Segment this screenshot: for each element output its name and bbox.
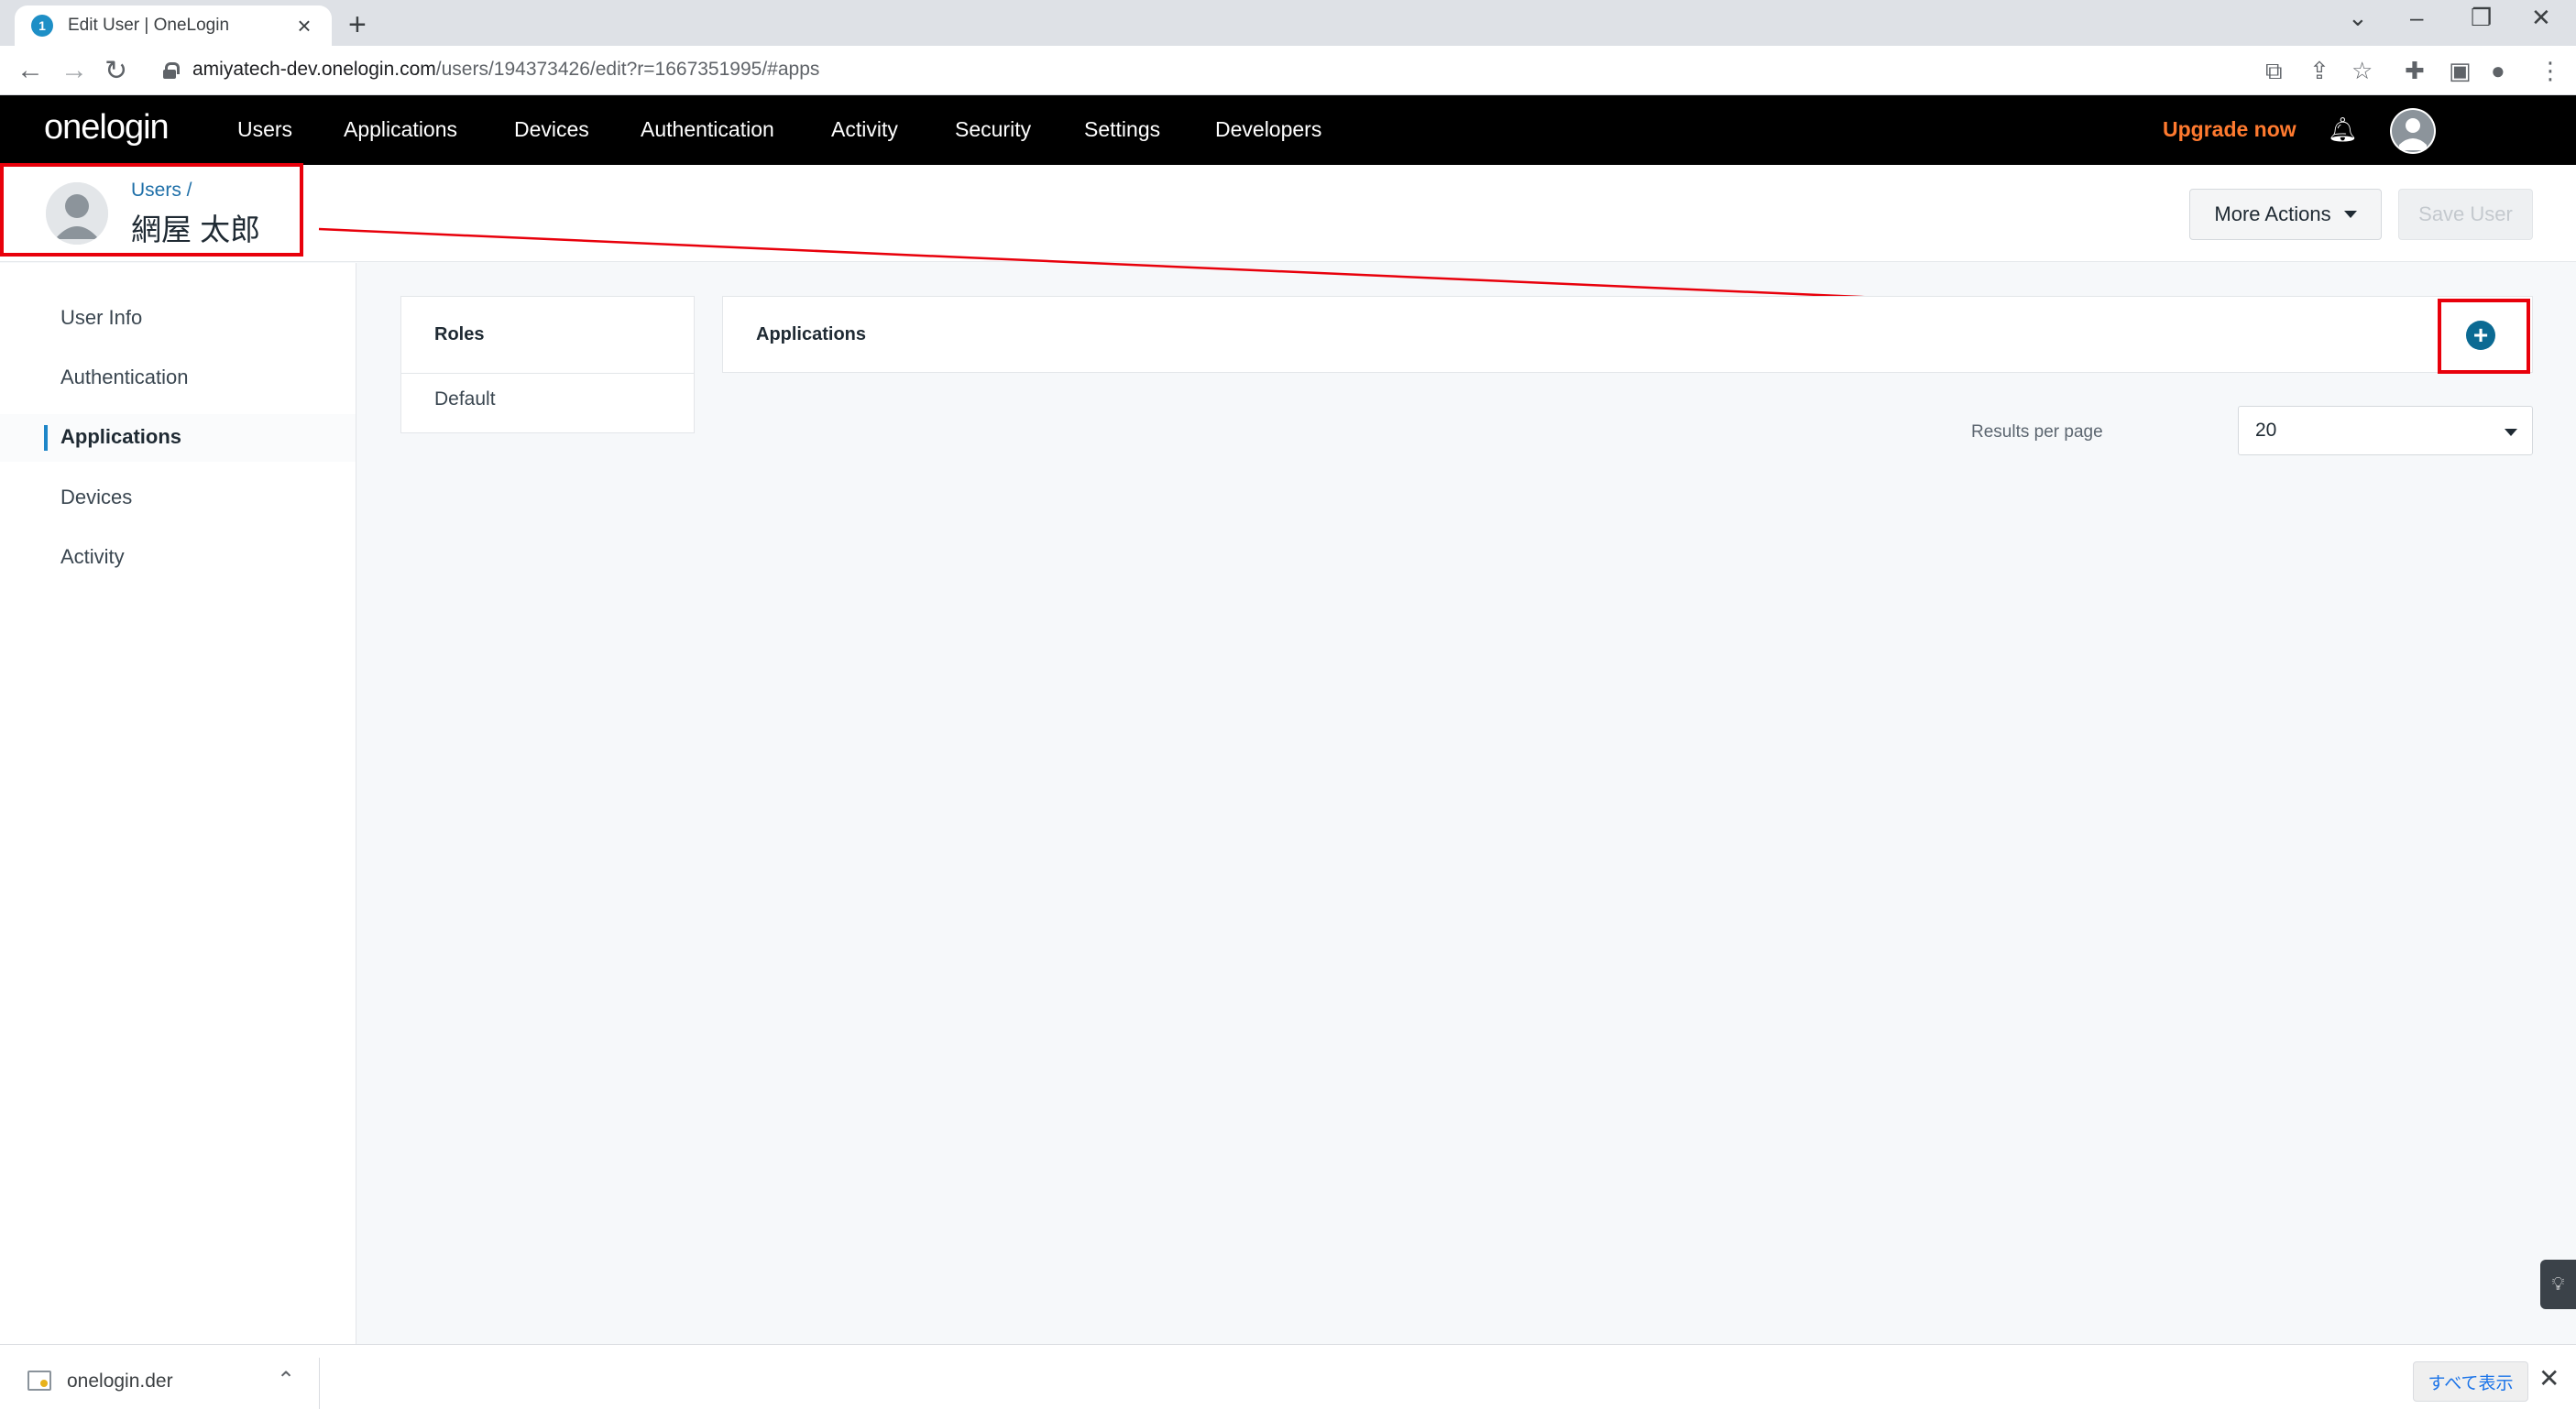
download-bar: onelogin.der ⌃ すべて表示 ✕ — [0, 1344, 2576, 1420]
show-all-downloads-button[interactable]: すべて表示 — [2413, 1361, 2528, 1402]
download-file-name[interactable]: onelogin.der — [67, 1371, 173, 1393]
highlight-box-add — [2438, 299, 2530, 374]
close-download-bar-icon[interactable]: ✕ — [2538, 1363, 2560, 1393]
results-per-page-select[interactable]: 20 — [2238, 406, 2533, 455]
sidebar-item-activity[interactable]: Activity — [60, 545, 125, 569]
applications-title: Applications — [756, 324, 867, 344]
sidebar-item-authentication[interactable]: Authentication — [60, 366, 188, 389]
download-divider — [319, 1358, 320, 1409]
roles-title: Roles — [401, 297, 694, 374]
chevron-up-icon[interactable]: ⌃ — [277, 1367, 295, 1393]
role-item-default[interactable]: Default — [401, 374, 694, 425]
lightbulb-icon[interactable]: 💡︎ — [2540, 1260, 2576, 1309]
sidebar-item-user-info[interactable]: User Info — [60, 306, 142, 330]
sidebar-item-devices[interactable]: Devices — [60, 486, 132, 509]
roles-panel: Roles Default — [400, 296, 695, 433]
annotation-arrow — [318, 227, 2427, 333]
sidebar-item-applications[interactable]: Applications — [60, 425, 181, 449]
certificate-file-icon — [27, 1371, 51, 1391]
results-per-page-label: Results per page — [1971, 422, 2103, 442]
sidebar-active-indicator — [44, 425, 48, 451]
results-per-page-value: 20 — [2255, 420, 2277, 441]
applications-panel: Applications — [722, 296, 2533, 373]
chevron-down-icon — [2505, 429, 2517, 436]
